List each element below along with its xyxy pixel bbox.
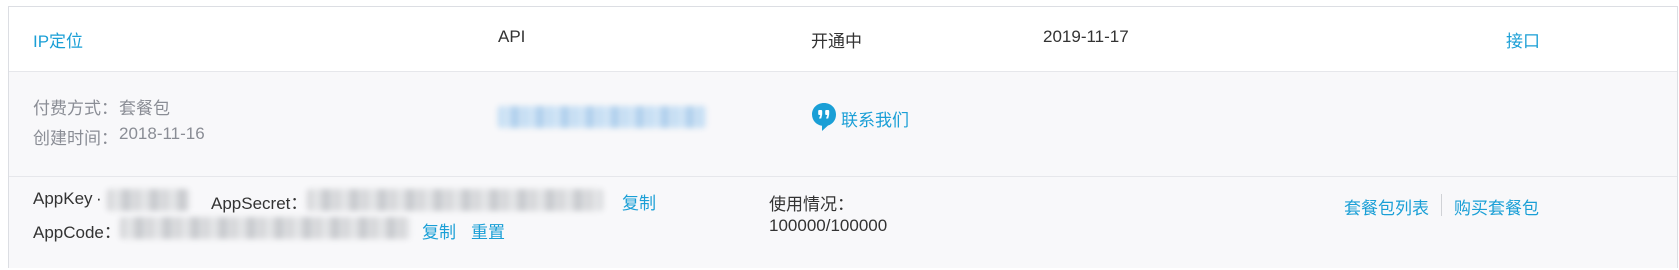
copy-appsecret-button[interactable]: 复制 bbox=[622, 189, 656, 214]
appsecret-label: AppSecret： bbox=[211, 194, 308, 213]
service-card: IP定位 API 开通中 2019-11-17 接口 付费方式： 套餐包 创建时… bbox=[8, 6, 1678, 268]
credentials-row: AppKey · AppSecret： 复制 AppCode： 复制 重置 使用… bbox=[9, 177, 1677, 268]
redacted-appsecret bbox=[307, 189, 603, 211]
action-divider bbox=[1441, 194, 1442, 216]
created-time-label: 创建时间： bbox=[33, 129, 118, 148]
payment-method-value: 套餐包 bbox=[119, 99, 170, 118]
copy-appcode-button[interactable]: 复制 bbox=[422, 218, 456, 243]
package-list-link[interactable]: 套餐包列表 bbox=[1344, 194, 1429, 219]
product-name-link[interactable]: IP定位 bbox=[33, 27, 83, 52]
contact-us-link[interactable]: 联系我们 bbox=[841, 106, 909, 131]
appkey-label: AppKey bbox=[33, 189, 93, 208]
service-status: 开通中 bbox=[811, 32, 862, 51]
service-details-row: 付费方式： 套餐包 创建时间： 2018-11-16 联系我们 bbox=[9, 72, 1677, 177]
appcode-label: AppCode： bbox=[33, 223, 121, 242]
interface-link[interactable]: 接口 bbox=[1506, 27, 1540, 52]
appkey-separator: · bbox=[96, 189, 102, 208]
service-header-row: IP定位 API 开通中 2019-11-17 接口 bbox=[9, 7, 1677, 72]
payment-method-label: 付费方式： bbox=[33, 99, 118, 118]
reset-appcode-button[interactable]: 重置 bbox=[471, 218, 505, 243]
redacted-appkey bbox=[107, 189, 189, 211]
buy-package-link[interactable]: 购买套餐包 bbox=[1454, 194, 1539, 219]
service-type: API bbox=[498, 27, 526, 46]
created-time-value: 2018-11-16 bbox=[119, 124, 205, 143]
service-date: 2019-11-17 bbox=[1043, 27, 1129, 46]
redacted-appcode bbox=[120, 217, 410, 239]
contact-chat-icon[interactable] bbox=[811, 102, 837, 132]
usage-label: 使用情况： bbox=[769, 195, 854, 214]
redacted-instance-id bbox=[498, 106, 706, 128]
usage-value: 100000/100000 bbox=[769, 216, 888, 235]
